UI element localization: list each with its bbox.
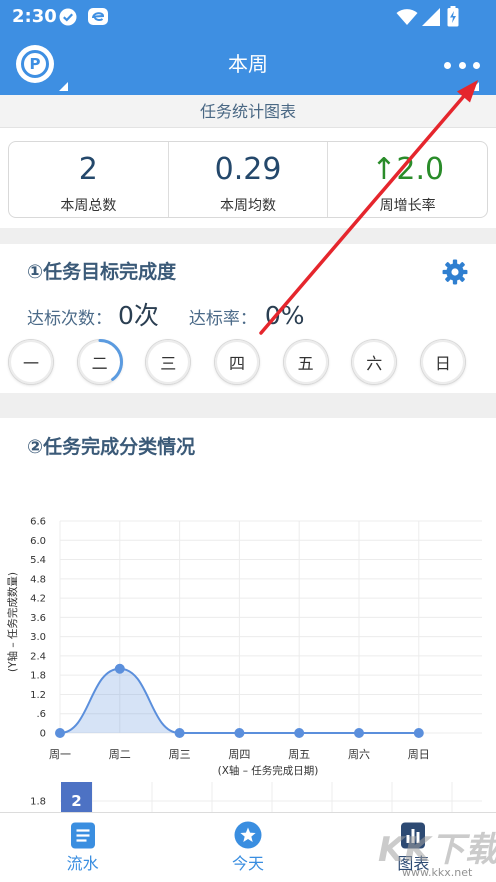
y-tick-label: 3.6 [30, 613, 46, 624]
goal-card-title: ①任务目标完成度 [27, 261, 177, 283]
data-point [114, 663, 125, 674]
nav-item-today[interactable]: 今天 [165, 813, 330, 882]
y-tick-label: 5.4 [30, 555, 46, 566]
day-circle-mon[interactable]: 一 [9, 340, 53, 384]
day-progress-ring [350, 338, 398, 386]
x-tick-label: 周五 [288, 748, 310, 761]
day-circle-sat[interactable]: 六 [350, 338, 398, 386]
bar-chart-partial: 1.8 2 [30, 782, 482, 812]
screen: 2:30 P 本周 任务统计图表 2 本周总数 0.29 本周均数 ↑2.0 周… [0, 0, 496, 882]
nav-item-flow[interactable]: 流水 [0, 813, 165, 882]
dropdown-corner-indicator [470, 82, 479, 91]
data-point [413, 728, 424, 738]
y-axis-label: (Y轴 – 任务完成数量) [6, 572, 19, 672]
stat-weekly-growth: ↑2.0 周增长率 [327, 142, 487, 217]
weekly-stats-card: 2 本周总数 0.29 本周均数 ↑2.0 周增长率 [8, 141, 488, 218]
more-icon [444, 61, 451, 69]
nav-label: 今天 [231, 854, 264, 873]
star-icon [234, 821, 262, 849]
day-progress-ring [76, 339, 123, 385]
goal-completion-card: ①任务目标完成度 达标次数： 0次 达标率： 0% 一 二 三 四 五 六 日 [0, 244, 496, 393]
status-bar: 2:30 [0, 0, 496, 33]
stat-weekly-average: 0.29 本周均数 [167, 142, 328, 217]
day-progress-ring [282, 338, 330, 386]
met-count-value: 0次 [118, 301, 159, 330]
category-card-title: ②任务完成分类情况 [27, 436, 196, 458]
stat-value: 2 [78, 152, 98, 187]
x-tick-label: 周日 [408, 748, 430, 761]
day-progress-ring [144, 338, 192, 386]
gear-icon [442, 259, 468, 285]
y-tick-label: 6.6 [30, 517, 46, 528]
more-button[interactable] [442, 55, 482, 75]
met-rate-value: 0% [264, 301, 305, 330]
stat-value: 0.29 [214, 152, 282, 187]
x-tick-label: 周四 [228, 748, 250, 761]
stat-label: 本周总数 [60, 198, 117, 214]
growth-arrow-icon: ↑ [371, 152, 397, 187]
battery-icon [447, 6, 459, 27]
y-tick-label: 3.0 [30, 632, 46, 643]
x-tick-label: 周三 [169, 748, 191, 761]
stats-section: 2 本周总数 0.29 本周均数 ↑2.0 周增长率 [0, 128, 496, 228]
weekday-progress-row: 一 二 三 四 五 六 日 [9, 338, 467, 386]
signal-icon [422, 8, 440, 26]
day-circle-fri[interactable]: 五 [282, 338, 330, 386]
status-time: 2:30 [12, 6, 57, 27]
check-circle-icon [59, 8, 77, 26]
nav-label: 流水 [66, 854, 99, 873]
line-chart: 0 .6 1.2 1.8 2.4 3.0 3.6 4.2 4.8 5.4 6.0 6.6 周一 周二 周三… [6, 517, 482, 812]
x-axis-label: (X轴 – 任务完成日期) [218, 764, 319, 777]
page-title[interactable]: 本周 [0, 33, 496, 95]
x-tick-label: 周六 [348, 748, 370, 761]
x-tick-label: 周一 [49, 748, 71, 761]
data-point [174, 728, 185, 738]
x-tick-label: 周二 [109, 748, 131, 761]
day-circle-wed[interactable]: 三 [144, 338, 192, 386]
watermark: KK下载 [378, 830, 496, 870]
day-circle-thu[interactable]: 四 [213, 338, 261, 386]
stat-value: ↑2.0 [328, 152, 487, 188]
day-progress-ring [419, 338, 467, 386]
stat-label: 本周均数 [220, 198, 276, 214]
data-point [234, 728, 245, 738]
y-tick-label: .6 [36, 709, 46, 720]
section-header: 任务统计图表 [0, 95, 496, 128]
y-tick-label: 6.0 [30, 536, 46, 547]
watermark-url: www.kkx.net [402, 866, 473, 879]
goal-summary-row: 达标次数： 0次 达标率： 0% [27, 296, 305, 332]
wifi-icon [396, 9, 418, 25]
goal-settings-button[interactable] [442, 259, 468, 285]
data-point [354, 728, 364, 738]
stat-label: 周增长率 [379, 198, 436, 214]
app-bar: P 本周 [0, 33, 496, 95]
day-progress-ring [213, 338, 261, 386]
y-tick-label: 4.8 [30, 574, 46, 585]
y-tick-label: 1.8 [30, 797, 46, 808]
stat-weekly-total: 2 本周总数 [9, 142, 168, 217]
y-axis-ticks: 0 .6 1.2 1.8 2.4 3.0 3.6 4.2 4.8 5.4 6.0 6.6 [30, 517, 46, 740]
day-circle-tue[interactable]: 二 [76, 339, 123, 385]
y-tick-label: 1.8 [30, 671, 46, 682]
more-icon [458, 61, 466, 69]
app-notification-icon [88, 8, 108, 25]
met-count-label: 达标次数： [27, 309, 112, 329]
bar-data-label: 2 [71, 792, 81, 810]
data-point [294, 728, 305, 738]
list-icon [70, 822, 95, 849]
data-point [55, 728, 65, 738]
y-tick-label: 0 [40, 729, 46, 740]
y-tick-label: 2.4 [30, 651, 46, 662]
y-tick-label: 4.2 [30, 594, 46, 605]
x-axis-ticks: 周一 周二 周三 周四 周五 周六 周日 [49, 748, 430, 761]
met-rate-label: 达标率： [188, 309, 257, 329]
y-tick-label: 1.2 [30, 690, 46, 701]
day-circle-sun[interactable]: 日 [419, 338, 467, 386]
day-progress-ring [7, 338, 55, 386]
more-icon [473, 61, 480, 69]
growth-value: 2.0 [396, 152, 445, 187]
